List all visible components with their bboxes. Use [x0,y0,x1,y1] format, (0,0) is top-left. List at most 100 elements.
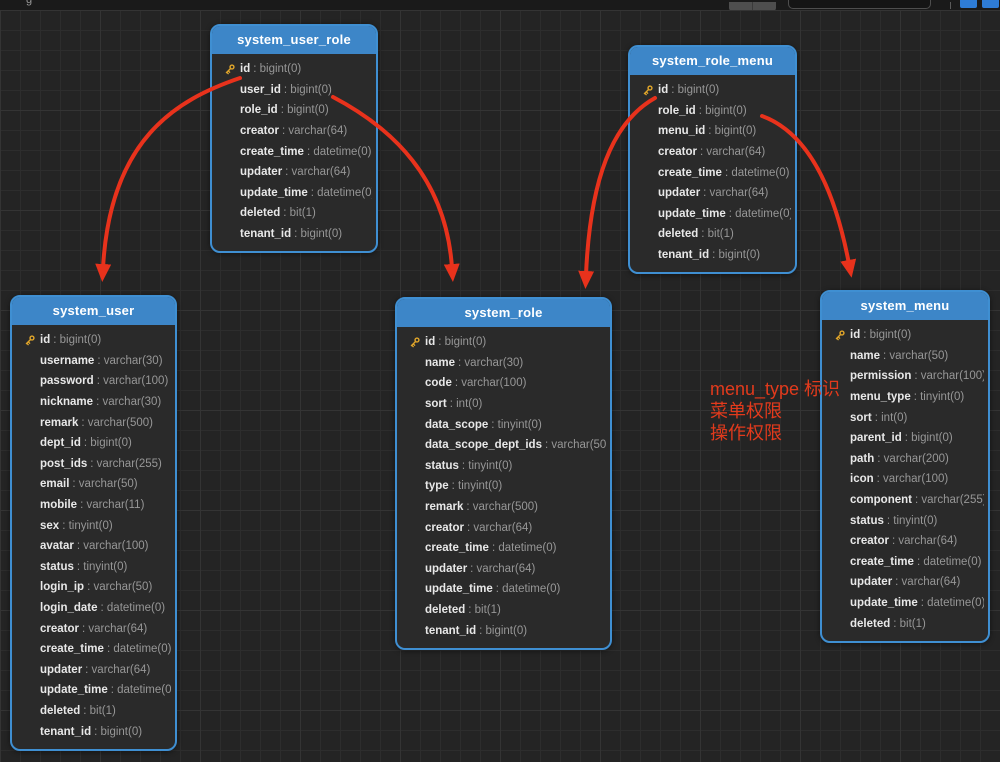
field-type: : varchar(100) [77,540,149,552]
toolbar-search-input[interactable] [788,0,931,9]
field-row-status[interactable]: status: tinyint(0) [403,456,606,477]
field-row-menu_id[interactable]: menu_id: bigint(0) [636,121,791,142]
entity-system_menu[interactable]: system_menu id: bigint(0)name: varchar(50… [820,290,990,643]
field-row-deleted[interactable]: deleted: bit(1) [636,224,791,245]
field-row-name[interactable]: name: varchar(30) [403,353,606,374]
field-row-update_time[interactable]: update_time: datetime(0) [828,593,984,614]
toolbar-segment-left[interactable] [729,2,752,10]
field-type: : datetime(0) [101,602,166,614]
field-type: : bigint(0) [863,329,911,341]
toolbar-secondary-button[interactable] [982,0,999,8]
entity-title-system_user[interactable]: system_user [12,297,175,325]
field-row-create_time[interactable]: create_time: datetime(0) [18,639,171,660]
field-row-update_time[interactable]: update_time: datetime(0) [403,579,606,600]
field-row-update_time[interactable]: update_time: datetime(0) [636,204,791,225]
entity-system_user_role[interactable]: system_user_roleid: bigint(0)user_id: bi… [210,24,378,253]
field-row-updater[interactable]: updater: varchar(64) [828,572,984,593]
field-row-post_ids[interactable]: post_ids: varchar(255) [18,454,171,475]
field-row-path[interactable]: path: varchar(200) [828,449,984,470]
field-row-user_id[interactable]: user_id: bigint(0) [218,80,372,101]
field-row-tenant_id[interactable]: tenant_id: bigint(0) [18,721,171,742]
field-row-create_time[interactable]: create_time: datetime(0) [403,538,606,559]
field-row-id[interactable]: id: bigint(0) [403,332,606,353]
field-row-username[interactable]: username: varchar(30) [18,351,171,372]
field-type: : varchar(100) [97,375,169,387]
field-row-id[interactable]: id: bigint(0) [636,80,791,101]
field-row-login_ip[interactable]: login_ip: varchar(50) [18,577,171,598]
entity-title-system_role_menu[interactable]: system_role_menu [630,47,795,75]
field-row-tenant_id[interactable]: tenant_id: bigint(0) [403,620,606,641]
field-row-component[interactable]: component: varchar(255) [828,490,984,511]
field-row-creator[interactable]: creator: varchar(64) [636,142,791,163]
field-row-deleted[interactable]: deleted: bit(1) [403,600,606,621]
field-row-nickname[interactable]: nickname: varchar(30) [18,392,171,413]
toolbar-button-group[interactable] [729,2,776,10]
field-row-permission[interactable]: permission: varchar(100) [828,366,984,387]
field-row-status[interactable]: status: tinyint(0) [18,557,171,578]
field-name: icon [850,473,874,485]
field-row-role_id[interactable]: role_id: bigint(0) [218,100,372,121]
field-row-updater[interactable]: updater: varchar(64) [636,183,791,204]
field-name: password [40,375,94,387]
field-row-update_time[interactable]: update_time: datetime(0) [218,183,372,204]
field-type: : varchar(64) [285,166,350,178]
field-row-creator[interactable]: creator: varchar(64) [18,618,171,639]
field-row-data_scope[interactable]: data_scope: tinyint(0) [403,414,606,435]
field-row-creator[interactable]: creator: varchar(64) [828,531,984,552]
entity-title-system_user_role[interactable]: system_user_role [212,26,376,54]
field-row-sort[interactable]: sort: int(0) [828,407,984,428]
field-row-id[interactable]: id: bigint(0) [828,325,984,346]
field-row-code[interactable]: code: varchar(100) [403,373,606,394]
toolbar-primary-button[interactable] [960,0,977,8]
field-row-updater[interactable]: updater: varchar(64) [403,559,606,580]
entity-system_role[interactable]: system_role id: bigint(0)name: varchar(30… [395,297,612,650]
field-row-updater[interactable]: updater: varchar(64) [18,660,171,681]
annotation-text[interactable]: menu_type 标识菜单权限操作权限 [710,378,840,444]
field-row-avatar[interactable]: avatar: varchar(100) [18,536,171,557]
entity-title-system_menu[interactable]: system_menu [822,292,988,320]
field-name: mobile [40,499,77,511]
field-row-menu_type[interactable]: menu_type: tinyint(0) [828,387,984,408]
field-row-create_time[interactable]: create_time: datetime(0) [636,162,791,183]
field-row-parent_id[interactable]: parent_id: bigint(0) [828,428,984,449]
entity-system_user[interactable]: system_user id: bigint(0)username: varcha… [10,295,177,751]
field-row-data_scope_dept_ids[interactable]: data_scope_dept_ids: varchar(500) [403,435,606,456]
field-row-creator[interactable]: creator: varchar(64) [403,517,606,538]
diagram-canvas[interactable]: system_user_role id: bigint(0) user_id: bi… [0,10,1000,762]
field-row-remark[interactable]: remark: varchar(500) [18,412,171,433]
field-row-create_time[interactable]: create_time: datetime(0) [218,141,372,162]
field-row-name[interactable]: name: varchar(50) [828,346,984,367]
field-row-update_time[interactable]: update_time: datetime(0) [18,680,171,701]
field-row-status[interactable]: status: tinyint(0) [828,510,984,531]
entity-system_role_menu[interactable]: system_role_menuid: bigint(0)role_id: bi… [628,45,797,274]
field-row-id[interactable]: id: bigint(0) [18,330,171,351]
field-row-mobile[interactable]: mobile: varchar(11) [18,495,171,516]
field-row-tenant_id[interactable]: tenant_id: bigint(0) [636,245,791,266]
entity-title-system_role[interactable]: system_role [397,299,610,327]
primary-key-icon [23,334,36,347]
field-row-create_time[interactable]: create_time: datetime(0) [828,552,984,573]
field-row-sex[interactable]: sex: tinyint(0) [18,515,171,536]
field-type: : varchar(64) [470,563,535,575]
field-name: creator [40,623,79,635]
field-row-login_date[interactable]: login_date: datetime(0) [18,598,171,619]
toolbar-segment-right[interactable] [752,2,776,10]
field-row-deleted[interactable]: deleted: bit(1) [218,203,372,224]
field-row-updater[interactable]: updater: varchar(64) [218,162,372,183]
field-row-remark[interactable]: remark: varchar(500) [403,497,606,518]
field-type: : datetime(0) [725,167,790,179]
field-row-email[interactable]: email: varchar(50) [18,474,171,495]
field-row-type[interactable]: type: tinyint(0) [403,476,606,497]
field-type: : bigint(0) [253,63,301,75]
field-row-creator[interactable]: creator: varchar(64) [218,121,372,142]
field-row-deleted[interactable]: deleted: bit(1) [828,613,984,634]
field-row-deleted[interactable]: deleted: bit(1) [18,701,171,722]
field-row-tenant_id[interactable]: tenant_id: bigint(0) [218,224,372,245]
field-row-dept_id[interactable]: dept_id: bigint(0) [18,433,171,454]
field-row-sort[interactable]: sort: int(0) [403,394,606,415]
field-row-password[interactable]: password: varchar(100) [18,371,171,392]
field-type: : bit(1) [893,618,926,630]
toolbar: g [0,0,1000,10]
field-name: remark [425,501,463,513]
field-row-icon[interactable]: icon: varchar(100) [828,469,984,490]
